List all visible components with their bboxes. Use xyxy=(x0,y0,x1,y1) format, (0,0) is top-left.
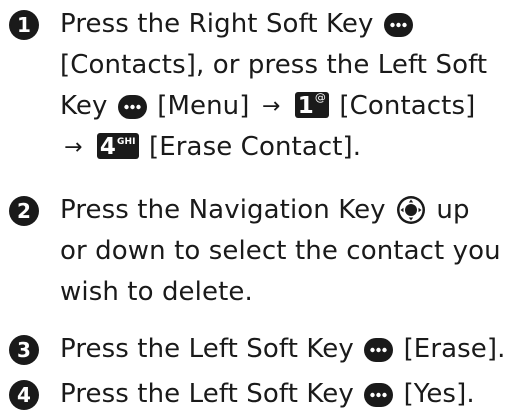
step-3-text-b: [Erase]. xyxy=(403,334,506,364)
left-soft-key-icon xyxy=(364,337,394,362)
step-2-line-1: Press the Navigation Key up xyxy=(60,190,470,230)
step-1-text-b: [Contacts], or press the Left Soft xyxy=(60,50,488,80)
navigation-key-icon xyxy=(396,195,426,225)
key-1-icon: 1@ xyxy=(294,90,329,119)
instruction-steps: 1 Press the Right Soft Key [Contacts], o… xyxy=(0,0,506,418)
step-number-3: 3 xyxy=(9,335,39,365)
step-1-line-2: [Contacts], or press the Left Soft xyxy=(60,45,487,85)
step-1-text-f: [Erase Contact]. xyxy=(148,132,362,162)
step-2-line-2: or down to select the contact you xyxy=(60,231,501,271)
step-1-line-4: → 4GHI [Erase Contact]. xyxy=(60,127,361,169)
step-1-text-a: Press the Right Soft Key xyxy=(60,9,374,39)
step-1-line-1: Press the Right Soft Key xyxy=(60,4,415,44)
step-2-text-a: Press the Navigation Key xyxy=(60,195,386,225)
right-soft-key-icon xyxy=(383,12,413,37)
left-soft-key-icon xyxy=(117,94,147,119)
step-4-line-1: Press the Left Soft Key [Yes]. xyxy=(60,374,475,414)
step-number-1: 1 xyxy=(9,10,39,40)
arrow-icon: → xyxy=(64,135,83,160)
step-1-text-c: Key xyxy=(60,91,108,121)
step-2-line-3: wish to delete. xyxy=(60,272,253,312)
step-1-text-d: [Menu] xyxy=(157,91,250,121)
arrow-icon: → xyxy=(261,94,281,119)
step-1-text-e: [Contacts] xyxy=(339,91,476,121)
step-2-text-d: wish to delete. xyxy=(60,277,253,307)
key-1-digit: 1 xyxy=(297,92,314,119)
key-1-sub: @ xyxy=(314,90,326,104)
step-3-line-1: Press the Left Soft Key [Erase]. xyxy=(60,329,506,369)
step-1-line-3: Key [Menu] → 1@ [Contacts] xyxy=(60,86,475,128)
left-soft-key-icon xyxy=(364,382,394,407)
key-4-digit: 4 xyxy=(99,133,117,160)
key-4-sub: GHI xyxy=(117,136,136,147)
step-2-text-b: up xyxy=(436,195,470,225)
step-4-text-b: [Yes]. xyxy=(403,379,475,409)
step-number-2: 2 xyxy=(9,196,39,226)
step-number-4: 4 xyxy=(9,380,39,410)
step-2-text-c: or down to select the contact you xyxy=(60,236,501,266)
key-4-icon: 4GHI xyxy=(96,132,139,160)
step-4-text-a: Press the Left Soft Key xyxy=(60,379,354,409)
step-3-text-a: Press the Left Soft Key xyxy=(60,334,354,364)
